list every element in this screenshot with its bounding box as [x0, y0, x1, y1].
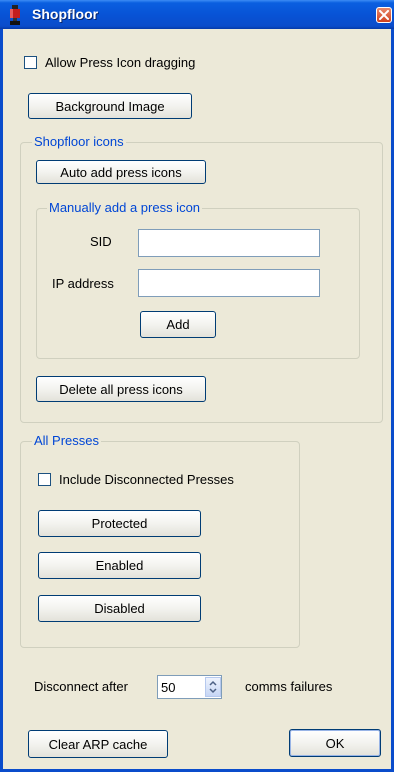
spinner-arrows[interactable]	[205, 677, 221, 697]
allow-dragging-label: Allow Press Icon dragging	[45, 55, 196, 70]
allow-dragging-checkbox[interactable]	[24, 56, 37, 69]
up-down-arrows-icon	[209, 680, 217, 694]
clear-arp-cache-button[interactable]: Clear ARP cache	[28, 730, 168, 758]
ok-button[interactable]: OK	[289, 729, 381, 757]
all-presses-legend: All Presses	[32, 433, 102, 448]
window-title: Shopfloor	[32, 6, 99, 22]
window-frame-left	[0, 29, 3, 772]
comms-failures-label: comms failures	[245, 679, 333, 694]
disabled-button[interactable]: Disabled	[38, 595, 201, 622]
disconnect-spinner[interactable]	[157, 675, 222, 699]
disconnect-after-label: Disconnect after	[34, 679, 128, 694]
ip-address-label: IP address	[52, 276, 114, 291]
allow-dragging-row[interactable]: Allow Press Icon dragging	[24, 55, 195, 70]
title-bar[interactable]: Shopfloor	[0, 0, 394, 29]
close-button[interactable]	[376, 7, 392, 23]
sid-input[interactable]	[138, 229, 320, 257]
background-image-button[interactable]: Background Image	[28, 93, 192, 119]
protected-button[interactable]: Protected	[38, 510, 201, 537]
disconnect-value-input[interactable]	[158, 676, 200, 698]
delete-all-press-icons-button[interactable]: Delete all press icons	[36, 376, 206, 402]
press-icon	[8, 5, 22, 25]
enabled-button[interactable]: Enabled	[38, 552, 201, 579]
manual-add-legend: Manually add a press icon	[47, 200, 203, 215]
include-disconnected-label: Include Disconnected Presses	[59, 472, 234, 487]
close-icon	[379, 10, 389, 20]
add-button[interactable]: Add	[140, 311, 216, 338]
ip-address-input[interactable]	[138, 269, 320, 297]
include-disconnected-row[interactable]: Include Disconnected Presses	[38, 472, 234, 487]
auto-add-press-icons-button[interactable]: Auto add press icons	[36, 160, 206, 184]
shopfloor-icons-legend: Shopfloor icons	[32, 134, 126, 149]
sid-label: SID	[90, 234, 112, 249]
include-disconnected-checkbox[interactable]	[38, 473, 51, 486]
